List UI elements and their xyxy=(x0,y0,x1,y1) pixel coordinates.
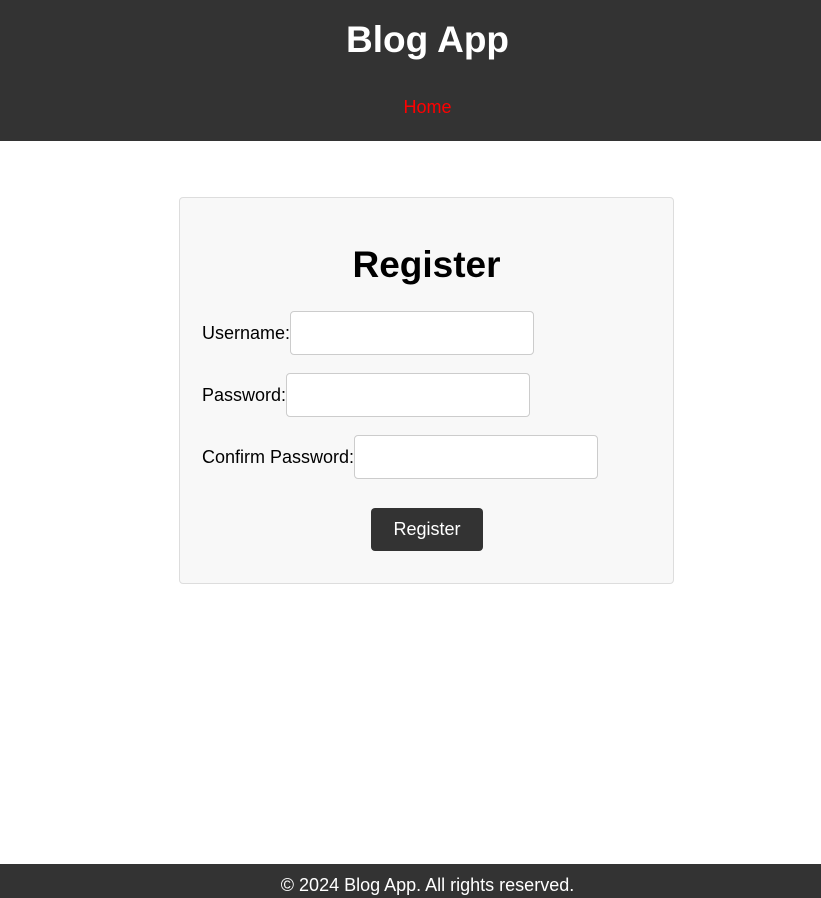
username-row: Username: xyxy=(202,310,535,356)
register-title: Register xyxy=(352,244,501,285)
confirm-password-label: Confirm Password: xyxy=(202,447,355,467)
footer-copyright: © 2024 Blog App. All rights reserved. xyxy=(280,875,575,895)
app-title: Blog App xyxy=(345,19,510,60)
username-label: Username: xyxy=(202,323,291,343)
register-card: Register Username: Password: Confirm Pas… xyxy=(179,197,674,584)
password-label: Password: xyxy=(202,385,287,405)
site-footer: © 2024 Blog App. All rights reserved. xyxy=(0,864,821,898)
password-row: Password: xyxy=(202,372,531,418)
confirm-password-row: Confirm Password: xyxy=(202,434,599,480)
confirm-password-input[interactable] xyxy=(354,435,599,479)
nav-link-home[interactable]: Home xyxy=(0,96,821,118)
password-input[interactable] xyxy=(286,373,531,417)
register-button[interactable]: Register xyxy=(371,508,483,551)
username-input[interactable] xyxy=(290,311,535,355)
page: Blog App Home Register Username: Passwor… xyxy=(0,0,821,898)
site-header: Blog App Home xyxy=(0,0,821,141)
